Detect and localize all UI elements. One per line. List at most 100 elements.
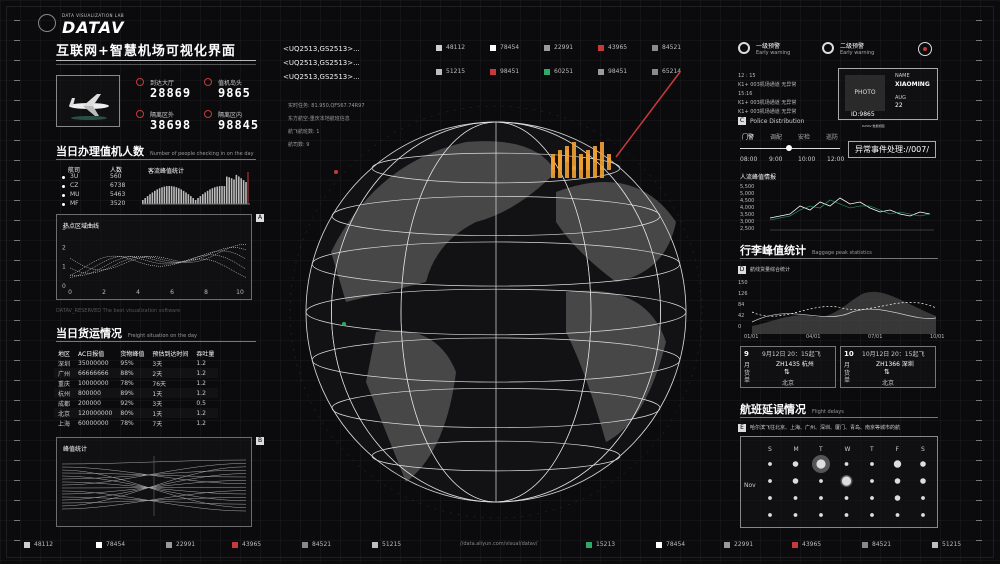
legend-swatch [862,542,868,548]
delay-bubble [792,478,799,484]
card-month: 9 [744,350,749,358]
ruler-tick [976,60,982,61]
checkin-bar [151,192,154,204]
stat-dot-icon [136,78,144,86]
police-timeline-handle[interactable] [786,145,792,151]
delay-bubble [819,513,823,517]
legend-swatch [652,69,658,75]
globe-marker [334,170,338,174]
legend-value: 98451 [608,68,628,75]
card-label: 货单 [744,370,751,384]
legend-swatch [436,69,442,75]
peak-title: 峰值统计 [63,446,88,453]
cargo-cell: 0.5 [196,399,206,407]
police-tab[interactable]: 调配 [770,132,782,141]
ruler-tick [14,100,20,101]
table-row[interactable]: 广州 66666666 88% 2天 1.2 [54,368,218,378]
staff-aug: 22 [895,102,903,109]
delay-bubble [844,462,849,466]
checkin-bar [199,196,202,204]
card-label: 货单 [844,370,851,384]
legend-value: 22991 [176,541,196,548]
cargo-cell: 88% [116,368,148,378]
flight-code-3[interactable]: <UQ2513,GS2513>... [283,70,360,84]
table-row[interactable]: 重庆 10000000 78% 76天 1.2 [54,378,218,388]
table-row[interactable]: 深圳 35000000 95% 3天 1.2 [54,358,218,368]
checkin-bar-chart [142,172,250,205]
event-handle-button[interactable]: 异常事件处理://007/ [848,141,937,158]
checkin-title: 当日办理值机人数 Number of people checking in on … [56,145,254,158]
checkin-bar [182,190,185,204]
cargo-cell: 广州 [54,368,74,378]
table-row[interactable]: 北京 120000000 80% 1天 1.2 [54,408,218,418]
table-row[interactable]: 杭州 800000 89% 1天 1.2 [54,388,218,398]
card-date: 10月12日 20：15起飞 [862,351,925,358]
ruler-tick [976,460,982,461]
delays-bubble-chart [768,455,926,517]
legend-value: 84521 [872,541,892,548]
police-tab[interactable]: 巡防 [826,132,838,141]
cargo-cell: 成都 [58,400,71,408]
checkin-bar [194,199,197,204]
row-bullet [62,203,65,206]
ruler-tick [14,500,20,501]
card-dest: 北京 [782,380,795,387]
cargo-cell: 3天 [152,360,163,368]
cargo-header: 地区 [58,350,71,358]
legend-swatch [436,45,442,51]
flow-ytick: 4,500 [740,198,755,204]
cargo-cell: 800000 [74,388,116,398]
police-tab[interactable]: 安检 [798,132,810,141]
police-title: Police Distribution [750,118,805,125]
stat-value: 98845 [218,118,260,132]
checkin-count: 5463 [110,191,126,198]
table-row[interactable]: 成都 200000 92% 3天 0.5 [54,398,218,408]
legend-swatch [96,542,102,548]
legend-value: 15213 [596,541,616,548]
cargo-cell: 1.2 [196,359,206,367]
hotspot-bar [600,166,604,178]
staff-log-5: K1+ 003机场通道 无异常 [738,109,797,115]
cargo-header: 预估到达时间 [152,350,189,358]
legend-swatch [372,542,378,548]
hot-ytick: 2 [62,244,66,251]
legend-swatch [302,542,308,548]
baggage-badge: D [738,266,746,274]
ruler-tick [14,520,20,521]
legend-value: 78454 [500,44,520,51]
checkin-bar [230,178,233,204]
checkin-bar [221,186,223,204]
hot-curve [69,255,247,278]
checkin-airline: CZ [70,182,79,189]
checkin-bar [149,194,151,204]
warning-sub: Early warning [840,50,875,56]
table-row[interactable]: 上海 60000000 78% 7天 1.2 [54,418,218,428]
ruler-tick [976,400,982,401]
footer-url[interactable]: //data.aliyun.com/visual/datav/ [460,541,537,547]
title-ruler [56,64,256,65]
ruler-tick [14,380,20,381]
cargo-cell: 10000000 [78,379,109,387]
checkin-bar [242,180,245,204]
ruler-tick [976,80,982,81]
ruler-tick [976,220,982,221]
legend-value: 78454 [106,541,126,548]
checkin-bar [178,188,180,204]
legend-swatch [586,542,592,548]
police-tab[interactable]: 门警 [742,132,754,141]
cargo-cell: 1.2 [192,368,218,378]
flight-code-1[interactable]: <UQ2513,GS2513>... [283,42,360,56]
cargo-title: 当日货运情况 Freight situation on the day [56,327,197,340]
staff-card[interactable]: PHOTO NAME XIAOMING AUG 22 ID:9865 [838,68,938,120]
cargo-header: 吞吐量 [196,350,215,358]
hotspot-bar [551,162,555,178]
card-month: 10 [844,350,854,358]
ruler-tick [14,440,20,441]
target-icon[interactable] [918,42,932,56]
page-title: 互联网+智慧机场可视化界面 [56,44,236,59]
legend-value: 84521 [662,44,682,51]
checkin-bar [144,198,146,204]
hotspot-bar [593,150,597,170]
globe-visualization[interactable] [289,71,703,519]
flight-code-2[interactable]: <UQ2513,GS2513>... [283,56,360,70]
